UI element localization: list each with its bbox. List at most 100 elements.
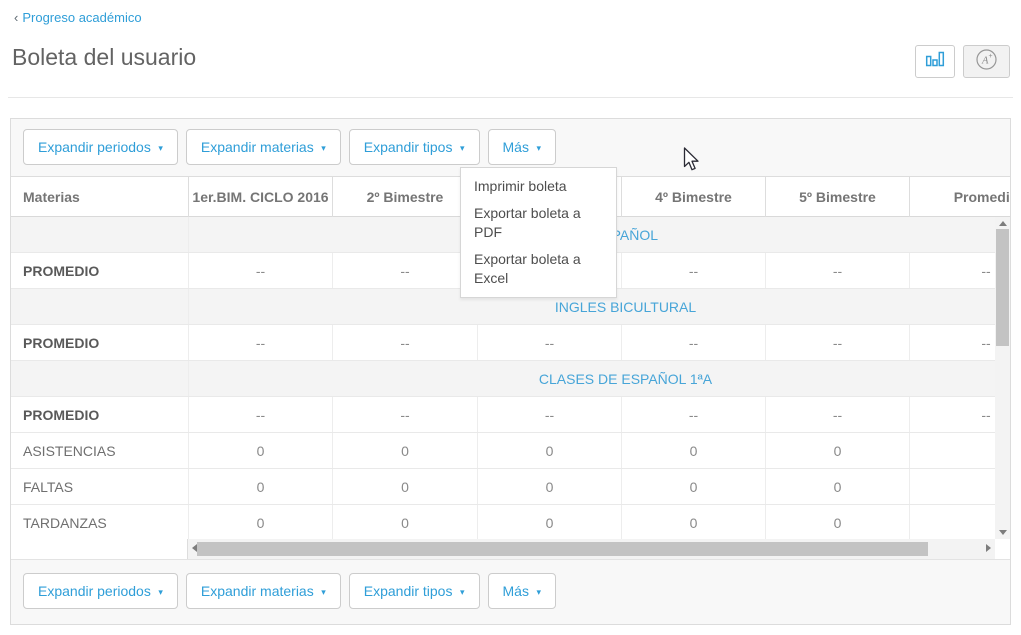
expandir-tipos-button[interactable]: Expandir tipos ▾ — [349, 573, 480, 609]
grid-cell: -- — [332, 253, 477, 288]
grid-cell: 0 — [621, 433, 765, 468]
table-row: TARDANZAS00000 — [11, 505, 995, 539]
caret-down-icon: ▾ — [319, 587, 326, 597]
grid-cell: -- — [765, 397, 909, 432]
grid-cell: -- — [188, 253, 332, 288]
locked-column-footer — [11, 539, 188, 559]
grade-scale-button[interactable]: A + — [963, 45, 1010, 78]
column-header-4: 4º Bimestre — [621, 177, 765, 217]
mas-button[interactable]: Más ▾ — [488, 129, 556, 165]
grid-cell: 0 — [477, 433, 621, 468]
section-row: CLASES DE ESPAÑOL 1ªA — [11, 361, 995, 397]
toolbar-bottom: Expandir periodos ▾Expandir materias ▾Ex… — [11, 559, 1010, 624]
scroll-up-button[interactable] — [999, 221, 1007, 226]
table-row: PROMEDIO------------ — [11, 325, 995, 361]
breadcrumb-link[interactable]: Progreso académico — [22, 10, 141, 25]
column-header-2: 2º Bimestre — [332, 177, 477, 217]
vertical-scrollbar[interactable] — [995, 217, 1010, 539]
grid-cell: -- — [621, 253, 765, 288]
grid-cell: 0 — [765, 469, 909, 504]
column-header-1: 1er.BIM. CICLO 2016 — [188, 177, 332, 217]
section-row-locked-cell — [11, 289, 188, 324]
horizontal-scrollbar[interactable] — [188, 539, 995, 559]
grid-cell: -- — [332, 397, 477, 432]
grid-cell: 0 — [621, 505, 765, 539]
grid-cell: -- — [909, 397, 995, 432]
row-label: ASISTENCIAS — [11, 433, 188, 468]
header-divider — [8, 97, 1013, 98]
section-title-link[interactable]: CLASES DE ESPAÑOL 1ªA — [188, 361, 995, 396]
caret-down-icon: ▾ — [534, 587, 541, 597]
table-row: ASISTENCIAS00000 — [11, 433, 995, 469]
button-label: Más — [503, 583, 529, 599]
grid-cell: -- — [909, 325, 995, 360]
grid-cell: -- — [188, 397, 332, 432]
grid-cell: -- — [765, 325, 909, 360]
caret-down-icon: ▾ — [156, 143, 163, 153]
expandir-periodos-button[interactable]: Expandir periodos ▾ — [23, 129, 178, 165]
grid-cell: -- — [477, 397, 621, 432]
grid-cell: 0 — [621, 469, 765, 504]
row-label: PROMEDIO — [11, 325, 188, 360]
grid-cell: -- — [765, 253, 909, 288]
grid-cell: 0 — [332, 469, 477, 504]
expandir-periodos-button[interactable]: Expandir periodos ▾ — [23, 573, 178, 609]
grid-cell: 0 — [188, 433, 332, 468]
menu-item-exportar-excel[interactable]: Exportar boleta a Excel — [461, 246, 616, 292]
expandir-materias-button[interactable]: Expandir materias ▾ — [186, 129, 341, 165]
mas-dropdown-menu: Imprimir boletaExportar boleta a PDFExpo… — [460, 167, 617, 298]
column-header-6: Promedio — [909, 177, 1010, 217]
row-label: PROMEDIO — [11, 397, 188, 432]
scrollbar-corner — [995, 539, 1010, 559]
grid-cell: 0 — [477, 505, 621, 539]
menu-item-imprimir-boleta[interactable]: Imprimir boleta — [461, 173, 616, 200]
caret-down-icon: ▾ — [457, 587, 464, 597]
expandir-materias-button[interactable]: Expandir materias ▾ — [186, 573, 341, 609]
grid-cell: -- — [621, 397, 765, 432]
button-label: Expandir tipos — [364, 139, 453, 155]
table-row: PROMEDIO------------ — [11, 397, 995, 433]
vertical-scrollbar-thumb[interactable] — [996, 229, 1009, 346]
menu-item-exportar-pdf[interactable]: Exportar boleta a PDF — [461, 200, 616, 246]
button-label: Expandir tipos — [364, 583, 453, 599]
grid-cell: 0 — [188, 505, 332, 539]
scroll-down-button[interactable] — [999, 530, 1007, 535]
column-header-5: 5º Bimestre — [765, 177, 909, 217]
grid-cell: 0 — [477, 469, 621, 504]
scroll-right-button[interactable] — [986, 544, 991, 552]
grid-cell: -- — [909, 253, 995, 288]
breadcrumb[interactable]: ‹ Progreso académico — [14, 10, 142, 25]
button-label: Más — [503, 139, 529, 155]
button-label: Expandir materias — [201, 583, 314, 599]
grid-cell — [909, 433, 995, 468]
caret-down-icon: ▾ — [457, 143, 464, 153]
caret-down-icon: ▾ — [319, 143, 326, 153]
grid-cell — [909, 505, 995, 539]
button-label: Expandir materias — [201, 139, 314, 155]
row-label: TARDANZAS — [11, 505, 188, 539]
grid-cell: 0 — [332, 433, 477, 468]
expandir-tipos-button[interactable]: Expandir tipos ▾ — [349, 129, 480, 165]
grid-cell: 0 — [765, 433, 909, 468]
grid-cell: 0 — [765, 505, 909, 539]
column-header-0: Materias — [11, 177, 188, 217]
bar-chart-icon — [925, 51, 945, 73]
grid-cell: -- — [188, 325, 332, 360]
button-label: Expandir periodos — [38, 583, 151, 599]
chevron-left-icon: ‹ — [14, 10, 18, 25]
grid-cell: -- — [332, 325, 477, 360]
table-row: FALTAS00000 — [11, 469, 995, 505]
a-plus-circle-icon: A + — [975, 48, 998, 76]
caret-down-icon: ▾ — [156, 587, 163, 597]
row-label: PROMEDIO — [11, 253, 188, 288]
caret-down-icon: ▾ — [534, 143, 541, 153]
mas-button[interactable]: Más ▾ — [488, 573, 556, 609]
horizontal-scrollbar-thumb[interactable] — [197, 542, 928, 556]
grid-cell: 0 — [332, 505, 477, 539]
section-row-locked-cell — [11, 361, 188, 396]
grid-cell: -- — [477, 325, 621, 360]
grid-cell — [909, 469, 995, 504]
chart-view-button[interactable] — [915, 45, 955, 78]
grid-cell: -- — [621, 325, 765, 360]
svg-text:+: + — [989, 53, 993, 60]
